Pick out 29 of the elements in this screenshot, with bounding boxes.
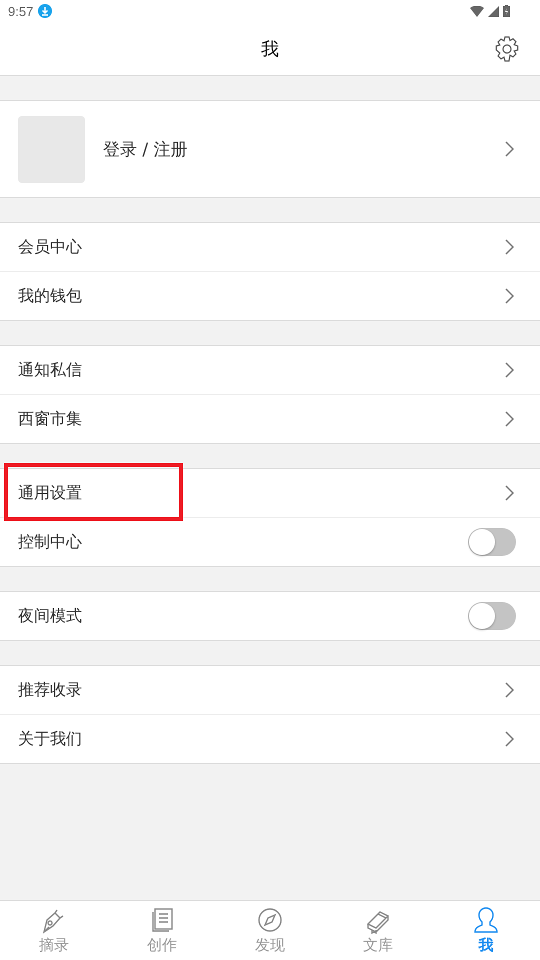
settings-icon[interactable]: [494, 36, 520, 62]
compass-icon: [256, 906, 284, 934]
menu-row[interactable]: 推荐收录: [0, 666, 540, 714]
page-title: 我: [261, 38, 279, 60]
toggle-row[interactable]: 夜间模式: [0, 592, 540, 640]
chevron-right-icon: [504, 362, 514, 378]
menu-row[interactable]: 我的钱包: [0, 271, 540, 320]
chevron-right-icon: [504, 682, 514, 698]
menu-row[interactable]: 通用设置: [0, 469, 540, 517]
menu-row[interactable]: 会员中心: [0, 223, 540, 271]
chevron-right-icon: [504, 411, 514, 427]
wifi-icon: [470, 6, 484, 16]
toggle-switch[interactable]: [468, 602, 516, 630]
login-register-link[interactable]: 登录 / 注册: [103, 138, 504, 160]
menu-row[interactable]: 通知私信: [0, 346, 540, 394]
toggle-switch[interactable]: [468, 528, 516, 556]
chevron-right-icon: [504, 731, 514, 747]
chevron-right-icon: [504, 288, 514, 304]
person-icon: [472, 906, 500, 934]
signal-icon: [488, 6, 499, 16]
chevron-right-icon: [504, 239, 514, 255]
toggle-row[interactable]: 控制中心: [0, 517, 540, 566]
menu-row[interactable]: 西窗市集: [0, 394, 540, 443]
menu-row[interactable]: 关于我们: [0, 714, 540, 763]
battery-icon: [503, 5, 510, 17]
clock: 9:57: [8, 4, 34, 18]
chevron-right-icon: [504, 141, 514, 157]
download-icon: [38, 4, 52, 18]
chevron-right-icon: [504, 485, 514, 501]
